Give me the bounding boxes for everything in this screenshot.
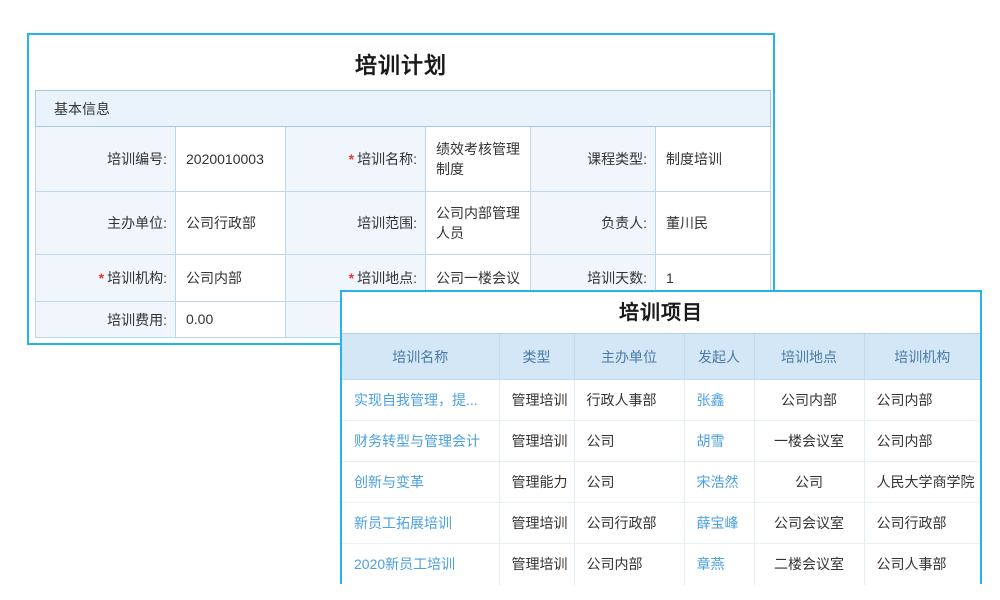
training-plan-title: 培训计划 <box>29 35 773 80</box>
field-value-course-type: 制度培训 <box>656 127 771 192</box>
training-name-link[interactable]: 实现自我管理，提... <box>342 380 499 421</box>
table-header-row: 培训名称 类型 主办单位 发起人 培训地点 培训机构 <box>342 334 980 380</box>
field-label-training-no: 培训编号: <box>36 127 176 192</box>
org-cell: 公司内部 <box>864 421 980 462</box>
org-cell: 公司行政部 <box>864 503 980 544</box>
column-header-org: 培训机构 <box>864 334 980 380</box>
type-cell: 管理培训 <box>499 544 574 585</box>
field-label-training-cost: 培训费用: <box>36 302 176 338</box>
field-label-course-type: 课程类型: <box>531 127 656 192</box>
field-value-training-cost: 0.00 <box>176 302 286 338</box>
table-row: 2020新员工培训 管理培训 公司内部 章燕 二楼会议室 公司人事部 <box>342 544 980 585</box>
training-name-link[interactable]: 财务转型与管理会计 <box>342 421 499 462</box>
required-asterisk: * <box>99 270 104 286</box>
required-asterisk: * <box>349 270 354 286</box>
location-cell: 一楼会议室 <box>754 421 864 462</box>
type-cell: 管理培训 <box>499 421 574 462</box>
initiator-link[interactable]: 章燕 <box>684 544 754 585</box>
org-cell: 人民大学商学院 <box>864 462 980 503</box>
table-row: 新员工拓展培训 管理培训 公司行政部 薛宝峰 公司会议室 公司行政部 <box>342 503 980 544</box>
type-cell: 管理培训 <box>499 503 574 544</box>
section-header-basic-info: 基本信息 <box>36 91 771 127</box>
form-row: 培训编号: 2020010003 *培训名称: 绩效考核管理制度 课程类型: 制… <box>36 127 771 192</box>
training-name-link[interactable]: 新员工拓展培训 <box>342 503 499 544</box>
field-label-training-name: *培训名称: <box>286 127 426 192</box>
initiator-link[interactable]: 胡雪 <box>684 421 754 462</box>
host-unit-cell: 公司内部 <box>574 544 684 585</box>
host-unit-cell: 公司 <box>574 421 684 462</box>
location-cell: 公司 <box>754 462 864 503</box>
org-cell: 公司人事部 <box>864 544 980 585</box>
host-unit-cell: 行政人事部 <box>574 380 684 421</box>
form-row: 主办单位: 公司行政部 培训范围: 公司内部管理人员 负责人: 董川民 <box>36 192 771 255</box>
host-unit-cell: 公司 <box>574 462 684 503</box>
field-value-host-unit: 公司行政部 <box>176 192 286 255</box>
training-projects-panel: 培训项目 培训名称 类型 主办单位 发起人 培训地点 培训机构 实现自我管理，提… <box>340 290 982 584</box>
page-canvas: 培训计划 基本信息 培训编号: 2020010003 *培训名称: 绩效考核管理… <box>0 0 1000 600</box>
field-value-training-scope: 公司内部管理人员 <box>426 192 531 255</box>
field-value-training-name: 绩效考核管理制度 <box>426 127 531 192</box>
field-value-training-org: 公司内部 <box>176 255 286 302</box>
field-value-training-no: 2020010003 <box>176 127 286 192</box>
table-row: 财务转型与管理会计 管理培训 公司 胡雪 一楼会议室 公司内部 <box>342 421 980 462</box>
initiator-link[interactable]: 宋浩然 <box>684 462 754 503</box>
field-label-host-unit: 主办单位: <box>36 192 176 255</box>
required-asterisk: * <box>349 151 354 167</box>
initiator-link[interactable]: 张鑫 <box>684 380 754 421</box>
location-cell: 二楼会议室 <box>754 544 864 585</box>
column-header-type: 类型 <box>499 334 574 380</box>
type-cell: 管理培训 <box>499 380 574 421</box>
org-cell: 公司内部 <box>864 380 980 421</box>
initiator-link[interactable]: 薛宝峰 <box>684 503 754 544</box>
location-cell: 公司会议室 <box>754 503 864 544</box>
type-cell: 管理能力 <box>499 462 574 503</box>
column-header-location: 培训地点 <box>754 334 864 380</box>
table-row: 实现自我管理，提... 管理培训 行政人事部 张鑫 公司内部 公司内部 <box>342 380 980 421</box>
field-value-person-in-charge: 董川民 <box>656 192 771 255</box>
training-name-link[interactable]: 2020新员工培训 <box>342 544 499 585</box>
field-label-training-scope: 培训范围: <box>286 192 426 255</box>
field-label-training-org: *培训机构: <box>36 255 176 302</box>
field-label-person-in-charge: 负责人: <box>531 192 656 255</box>
location-cell: 公司内部 <box>754 380 864 421</box>
column-header-host-unit: 主办单位 <box>574 334 684 380</box>
training-projects-table: 培训名称 类型 主办单位 发起人 培训地点 培训机构 实现自我管理，提... 管… <box>342 333 980 585</box>
table-row: 创新与变革 管理能力 公司 宋浩然 公司 人民大学商学院 <box>342 462 980 503</box>
column-header-training-name: 培训名称 <box>342 334 499 380</box>
host-unit-cell: 公司行政部 <box>574 503 684 544</box>
training-name-link[interactable]: 创新与变革 <box>342 462 499 503</box>
column-header-initiator: 发起人 <box>684 334 754 380</box>
training-projects-title: 培训项目 <box>342 292 980 333</box>
